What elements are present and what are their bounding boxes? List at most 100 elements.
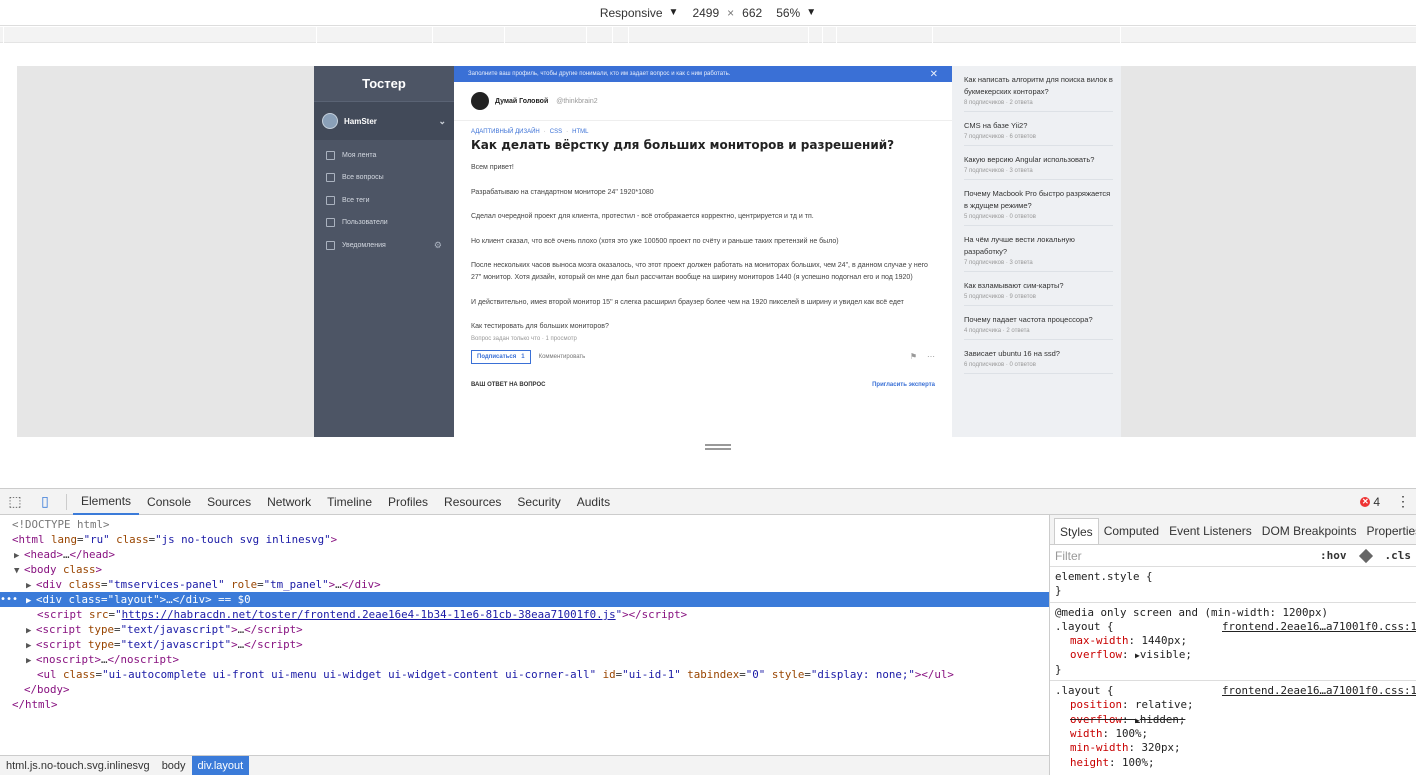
dom-node[interactable]: </html>: [0, 697, 1049, 712]
related-question[interactable]: На чём лучше вести локальную разработку?…: [964, 226, 1113, 272]
viewport-area: Тостер HamSter ⌄ Моя лента Все вопросы В…: [0, 44, 1416, 488]
tag-link[interactable]: HTML: [572, 129, 588, 135]
tag-link[interactable]: CSS: [550, 129, 562, 135]
related-question[interactable]: Какую версию Angular использовать? 7 подп…: [964, 146, 1113, 180]
tab-console[interactable]: Console: [139, 489, 199, 515]
sidebar-item-questions[interactable]: Все вопросы: [314, 167, 454, 190]
dom-node[interactable]: ▶ <head>…</head>: [0, 547, 1049, 562]
tab-properties[interactable]: Properties: [1361, 518, 1416, 544]
dom-node[interactable]: ▶ <noscript>…</noscript>: [0, 652, 1049, 667]
question-author[interactable]: Думай Головой @thinkbrain2: [454, 82, 952, 121]
css-declaration-overridden[interactable]: overflow: ▶hidden;: [1055, 713, 1416, 727]
subscribe-button[interactable]: Подписаться 1: [471, 349, 531, 364]
tab-resources[interactable]: Resources: [436, 489, 509, 515]
css-declaration[interactable]: width: 100%;: [1055, 727, 1416, 741]
css-declaration[interactable]: overflow: ▶visible;: [1055, 648, 1416, 662]
tab-event-listeners[interactable]: Event Listeners: [1164, 518, 1257, 544]
dom-node[interactable]: ▶ <div class="tmservices-panel" role="tm_…: [0, 577, 1049, 592]
related-question[interactable]: Зависает ubuntu 16 на ssd? 6 подписчиков …: [964, 340, 1113, 374]
dom-node[interactable]: <html lang="ru" class="js no-touch svg i…: [0, 532, 1049, 547]
close-icon[interactable]: ✕: [930, 69, 938, 80]
tab-security[interactable]: Security: [509, 489, 568, 515]
tag-link[interactable]: АДАПТИВНЫЙ ДИЗАЙН: [471, 129, 540, 135]
css-declaration[interactable]: min-width: 320px;: [1055, 741, 1416, 755]
chevron-down-icon: ▼: [668, 7, 679, 18]
rule-source-link[interactable]: frontend.2eae16…a71001f0.css:1: [1222, 620, 1416, 634]
sidebar-item-notifications[interactable]: Уведомления ⚙: [314, 234, 454, 257]
rule-selector[interactable]: .layout {: [1055, 620, 1114, 633]
emulated-page[interactable]: Тостер HamSter ⌄ Моя лента Все вопросы В…: [17, 66, 1416, 437]
sidebar-item-feed[interactable]: Моя лента: [314, 144, 454, 167]
viewport-height-input[interactable]: 662: [736, 6, 768, 20]
answer-heading: ВАШ ОТВЕТ НА ВОПРОС: [471, 381, 546, 388]
tab-dom-breakpoints[interactable]: DOM Breakpoints: [1257, 518, 1362, 544]
tab-profiles[interactable]: Profiles: [380, 489, 436, 515]
related-question[interactable]: CMS на базе Yii2? 7 подписчиков · 6 ответ…: [964, 112, 1113, 146]
hover-state-toggle[interactable]: :hov: [1320, 549, 1347, 562]
error-icon: ✕: [1360, 496, 1371, 507]
sidebar-item-label: Уведомления: [342, 241, 386, 249]
related-question[interactable]: Как написать алгоритм для поиска вилок в…: [964, 66, 1113, 112]
breadcrumb-item[interactable]: html.js.no-touch.svg.inlinesvg: [0, 756, 156, 775]
rule-source-link[interactable]: frontend.2eae16…a71001f0.css:1: [1222, 684, 1416, 698]
zoom-select[interactable]: 56% ▼: [768, 6, 824, 20]
tab-timeline[interactable]: Timeline: [319, 489, 380, 515]
resize-handle[interactable]: [705, 444, 731, 450]
dom-node[interactable]: ▼ <body class>: [0, 562, 1049, 577]
dom-node[interactable]: </body>: [0, 682, 1049, 697]
chevron-down-icon: ▼: [806, 7, 817, 18]
tab-network[interactable]: Network: [259, 489, 319, 515]
device-mode-icon[interactable]: ▯: [30, 489, 60, 515]
user-menu[interactable]: HamSter ⌄: [314, 102, 454, 140]
question-tools: ⚑ ⋯: [910, 352, 935, 361]
breadcrumb-item[interactable]: body: [156, 756, 192, 775]
dom-node[interactable]: <script src="https://habracdn.net/toster…: [0, 607, 1049, 622]
css-declaration[interactable]: position: relative;: [1055, 698, 1416, 712]
dom-node[interactable]: ▶ <script type="text/javascript">…</scrip…: [0, 622, 1049, 637]
css-declaration[interactable]: height: 100%;: [1055, 756, 1416, 770]
rule-selector[interactable]: element.style {: [1055, 570, 1416, 584]
viewport-width-input[interactable]: 2499: [686, 6, 725, 20]
device-mode-select[interactable]: Responsive ▼: [592, 6, 687, 20]
tab-computed[interactable]: Computed: [1099, 518, 1164, 544]
tab-audits[interactable]: Audits: [569, 489, 618, 515]
toster-logo[interactable]: Тостер: [314, 66, 454, 102]
ul-tabindex-value: 0: [752, 668, 759, 681]
subscribe-label: Подписаться: [477, 353, 517, 360]
styles-filter-input[interactable]: Filter: [1055, 549, 1082, 563]
selected-marker: == $0: [211, 593, 251, 606]
dom-node-selected[interactable]: ••• ▶ <div class="layout">…</div> == $0: [0, 592, 1049, 607]
class-toggle[interactable]: .cls: [1385, 549, 1412, 562]
script-src-link[interactable]: https://habracdn.net/toster/frontend.2ea…: [122, 608, 616, 621]
tab-styles[interactable]: Styles: [1054, 518, 1099, 544]
comment-button[interactable]: Комментировать: [539, 354, 586, 360]
more-options-icon[interactable]: ⋮: [1390, 493, 1416, 510]
inspect-element-icon[interactable]: ⬚: [0, 489, 30, 515]
breadcrumb-item-active[interactable]: div.layout: [191, 756, 250, 775]
related-question[interactable]: Как взламывают сим-карты? 5 подписчиков ·…: [964, 272, 1113, 306]
new-rule-icon[interactable]: [1358, 548, 1373, 563]
bell-icon: [326, 240, 335, 250]
related-question[interactable]: Почему Macbook Pro быстро разряжается в …: [964, 180, 1113, 226]
more-icon[interactable]: •••: [0, 592, 18, 607]
banner-text: Заполните ваш профиль, чтобы другие пони…: [468, 71, 731, 77]
media-query-ruler[interactable]: [0, 27, 1416, 43]
tab-sources[interactable]: Sources: [199, 489, 259, 515]
related-question[interactable]: Почему падает частота процессора? 4 подпи…: [964, 306, 1113, 340]
dom-node[interactable]: ▶ <script type="text/javascript">…</scrip…: [0, 637, 1049, 652]
error-counter[interactable]: ✕ 4: [1360, 495, 1390, 509]
sidebar-item-users[interactable]: Пользователи: [314, 212, 454, 235]
flag-icon[interactable]: ⚑: [910, 352, 917, 361]
css-declaration[interactable]: max-width: 1440px;: [1055, 634, 1416, 648]
related-question-meta: 4 подписчика · 2 ответа: [964, 328, 1030, 334]
dom-node[interactable]: <!DOCTYPE html>: [0, 517, 1049, 532]
related-question-title: Как взламывают сим-карты?: [964, 281, 1064, 290]
dom-node[interactable]: <ul class="ui-autocomplete ui-front ui-m…: [0, 667, 1049, 682]
tab-elements[interactable]: Elements: [73, 489, 140, 515]
gear-icon[interactable]: ⚙: [434, 240, 442, 251]
more-icon[interactable]: ⋯: [927, 352, 935, 361]
sidebar-item-tags[interactable]: Все теги: [314, 189, 454, 212]
rule-selector[interactable]: .layout {: [1055, 684, 1114, 697]
invite-expert-link[interactable]: Пригласить эксперта: [872, 382, 935, 388]
dom-breadcrumb: html.js.no-touch.svg.inlinesvg body div.…: [0, 755, 1049, 775]
